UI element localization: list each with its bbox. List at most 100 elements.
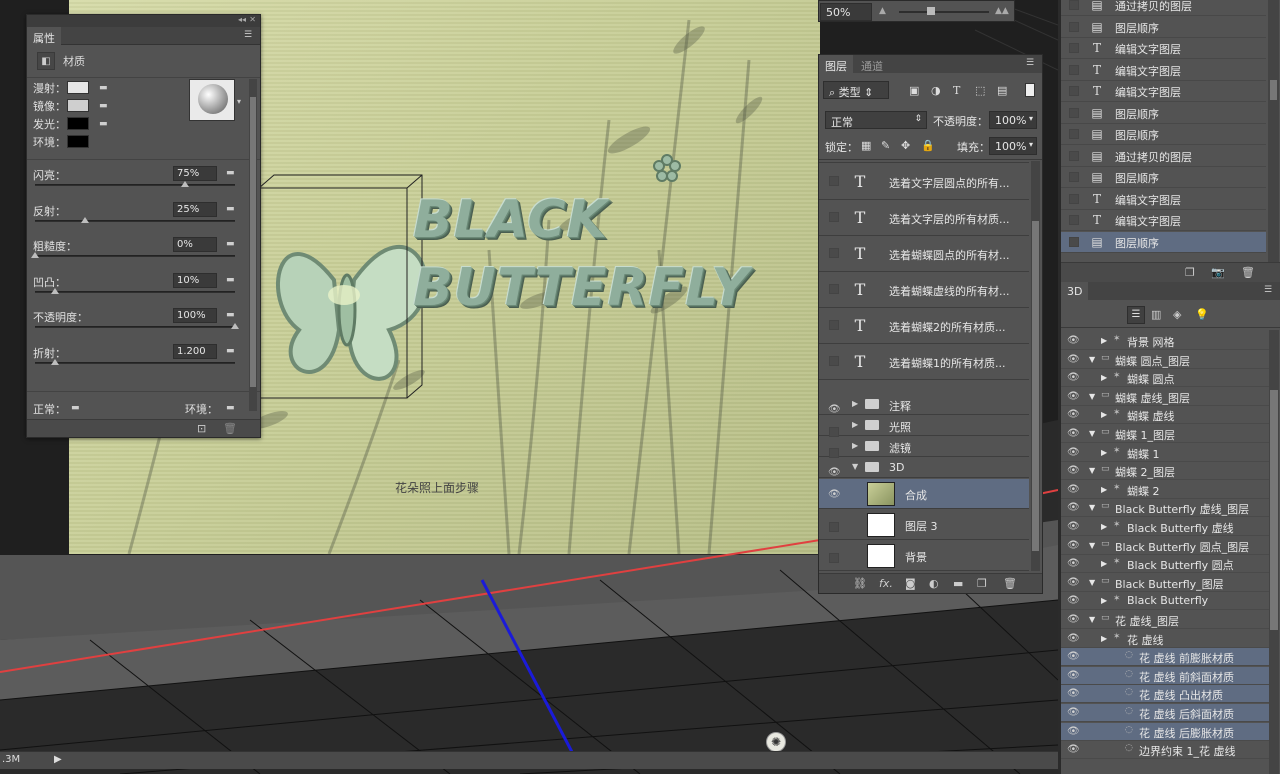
new-group-icon[interactable]: ▬ bbox=[953, 577, 963, 590]
layers-scrollbar[interactable] bbox=[1031, 161, 1040, 571]
eye-icon[interactable]: 👁 bbox=[1067, 409, 1080, 420]
expand-arrow-icon[interactable]: ▶ bbox=[1101, 336, 1107, 345]
scene-node[interactable]: 👁 ◌ 花 虚线 后斜面材质 bbox=[1061, 704, 1269, 722]
scene-node[interactable]: 👁 ◌ 花 虚线 凸出材质 bbox=[1061, 685, 1269, 704]
eye-icon[interactable]: 👁 bbox=[1067, 372, 1080, 383]
illumination-texture-icon[interactable]: ▬ bbox=[99, 119, 111, 129]
history-checkbox[interactable] bbox=[1069, 21, 1079, 32]
load-icon[interactable]: ⊡ bbox=[197, 422, 206, 435]
light-gizmo-icon[interactable]: ✺ bbox=[766, 732, 786, 752]
slider-knob[interactable] bbox=[181, 181, 189, 187]
eye-icon[interactable]: 👁 bbox=[1067, 577, 1080, 588]
history-state[interactable]: T 编辑文字图层 bbox=[1061, 60, 1266, 81]
filter-pixel-icon[interactable]: ▣ bbox=[909, 84, 919, 97]
eye-icon[interactable]: 👁 bbox=[1067, 707, 1080, 718]
filter-shape-icon[interactable]: ⬚ bbox=[975, 84, 985, 97]
zoom-field[interactable]: 50% bbox=[820, 3, 872, 21]
scene-node[interactable]: 👁 ◌ 边界约束 1_花 虚线 bbox=[1061, 741, 1269, 760]
status-arrow-icon[interactable]: ▶ bbox=[54, 754, 62, 765]
visibility-toggle[interactable] bbox=[829, 176, 839, 186]
slider-knob[interactable] bbox=[51, 358, 59, 365]
expand-arrow-icon[interactable]: ▶ bbox=[1101, 522, 1107, 531]
eye-icon[interactable]: 👁 bbox=[1067, 428, 1080, 439]
expand-arrow-icon[interactable]: ▼ bbox=[1089, 355, 1095, 364]
slider-value-field[interactable]: 75% bbox=[173, 166, 217, 181]
scene-node[interactable]: 👁 ▶ ✶ 花 虚线 bbox=[1061, 630, 1269, 648]
zoom-out-icon[interactable]: ▲ bbox=[879, 6, 886, 16]
diffuse-texture-icon[interactable]: ▬ bbox=[99, 83, 111, 93]
text-layer-row[interactable]: T 选着蝴蝶1的所有材质... bbox=[819, 344, 1029, 380]
blend-mode-select[interactable]: 正常 ⇕ bbox=[825, 111, 927, 129]
expand-arrow-icon[interactable]: ▼ bbox=[1089, 466, 1095, 475]
history-state[interactable]: T 编辑文字图层 bbox=[1061, 81, 1266, 102]
eye-icon[interactable]: 👁 bbox=[1067, 633, 1080, 644]
layers-menu-icon[interactable]: ☰ bbox=[1026, 58, 1038, 68]
expand-arrow-icon[interactable]: ▼ bbox=[1089, 503, 1095, 512]
slider-knob[interactable] bbox=[31, 252, 39, 258]
scene-node[interactable]: 👁 ▶ ✶ Black Butterfly 虚线 bbox=[1061, 518, 1269, 536]
environment-texture-icon[interactable]: ▬ bbox=[226, 403, 238, 413]
whole-scene-icon[interactable]: ☰ bbox=[1127, 306, 1145, 324]
eye-icon[interactable]: 👁 bbox=[828, 467, 841, 478]
expand-arrow-icon[interactable]: ▶ bbox=[1101, 485, 1107, 494]
slider-knob[interactable] bbox=[51, 287, 59, 294]
history-checkbox[interactable] bbox=[1069, 64, 1079, 75]
scene-node[interactable]: 👁 ▶ ✶ 蝴蝶 圆点 bbox=[1061, 369, 1269, 388]
meshes-icon[interactable]: ▥ bbox=[1151, 308, 1161, 321]
eye-icon[interactable]: 👁 bbox=[1067, 726, 1080, 737]
new-layer-icon[interactable]: ❐ bbox=[977, 577, 987, 590]
normal-texture-icon[interactable]: ▬ bbox=[71, 403, 83, 413]
history-checkbox[interactable] bbox=[1069, 215, 1079, 225]
visibility-toggle[interactable] bbox=[829, 522, 839, 532]
eye-icon[interactable]: 👁 bbox=[1067, 595, 1080, 606]
zoom-in-icon[interactable]: ▲▲ bbox=[995, 6, 1009, 16]
history-state[interactable]: ▤ 图层顺序 bbox=[1061, 103, 1266, 124]
expand-arrow-icon[interactable]: ▶ bbox=[852, 399, 858, 408]
visibility-toggle[interactable] bbox=[829, 356, 839, 366]
text-layer-row[interactable]: T 选着蝴蝶圆点的所有材... bbox=[819, 236, 1029, 272]
material-preview[interactable] bbox=[189, 79, 235, 121]
eye-icon[interactable]: 👁 bbox=[1067, 688, 1080, 699]
expand-arrow-icon[interactable]: ▶ bbox=[1101, 410, 1107, 419]
specular-swatch[interactable] bbox=[67, 99, 89, 112]
eye-icon[interactable]: 👁 bbox=[1067, 670, 1080, 681]
illumination-swatch[interactable] bbox=[67, 117, 89, 130]
scene-node[interactable]: 👁 ◌ 花 虚线 前膨胀材质 bbox=[1061, 648, 1269, 667]
eye-icon[interactable]: 👁 bbox=[1067, 521, 1080, 532]
slider-texture-icon[interactable]: ▬ bbox=[226, 346, 238, 356]
eye-icon[interactable]: 👁 bbox=[1067, 540, 1080, 551]
slider-knob[interactable] bbox=[231, 323, 239, 329]
expand-arrow-icon[interactable]: ▼ bbox=[1089, 578, 1095, 587]
scene-node[interactable]: 👁 ▶ ✶ 蝴蝶 1 bbox=[1061, 444, 1269, 462]
eye-icon[interactable]: 👁 bbox=[1067, 335, 1080, 346]
group-row[interactable]: 👁 ▼ 3D bbox=[819, 457, 1029, 478]
mask-icon[interactable]: ◙ bbox=[905, 577, 916, 590]
materials-icon[interactable]: ◈ bbox=[1173, 308, 1181, 321]
visibility-toggle[interactable] bbox=[829, 284, 839, 294]
link-icon[interactable]: ⛓ bbox=[853, 577, 867, 590]
history-checkbox[interactable] bbox=[1069, 43, 1079, 53]
slider-track[interactable] bbox=[35, 219, 235, 222]
layer-row[interactable]: 图层 3 bbox=[819, 510, 1029, 540]
delete-layer-icon[interactable]: 🗑 bbox=[1003, 577, 1017, 590]
eye-icon[interactable]: 👁 bbox=[1067, 614, 1080, 625]
filter-kind-select[interactable]: ⌕ 类型 ⇕ bbox=[823, 81, 889, 99]
expand-arrow-icon[interactable]: ▼ bbox=[1089, 392, 1095, 401]
expand-arrow-icon[interactable]: ▶ bbox=[1101, 634, 1107, 643]
slider-track[interactable] bbox=[35, 184, 235, 186]
slider-texture-icon[interactable]: ▬ bbox=[226, 239, 238, 249]
slider-texture-icon[interactable]: ▬ bbox=[226, 275, 238, 285]
fill-field[interactable]: 100% ▾ bbox=[989, 137, 1037, 155]
lock-pixels-icon[interactable]: ▦ bbox=[861, 139, 871, 152]
slider-track[interactable] bbox=[35, 255, 235, 257]
scene-node[interactable]: 👁 ▼ ▭ Black Butterfly 虚线_图层 bbox=[1061, 499, 1269, 518]
close-icon[interactable]: ✕ bbox=[249, 15, 256, 24]
history-checkbox[interactable] bbox=[1069, 193, 1079, 204]
slider-track[interactable] bbox=[35, 326, 235, 328]
visibility-toggle[interactable] bbox=[829, 553, 839, 563]
eye-icon[interactable]: 👁 bbox=[828, 489, 841, 500]
scene-node[interactable]: 👁 ▶ ✶ 蝴蝶 虚线 bbox=[1061, 406, 1269, 425]
fx-icon[interactable]: fx. bbox=[879, 577, 893, 590]
3d-scrollbar[interactable] bbox=[1269, 330, 1279, 774]
history-state[interactable]: T 编辑文字图层 bbox=[1061, 38, 1266, 59]
